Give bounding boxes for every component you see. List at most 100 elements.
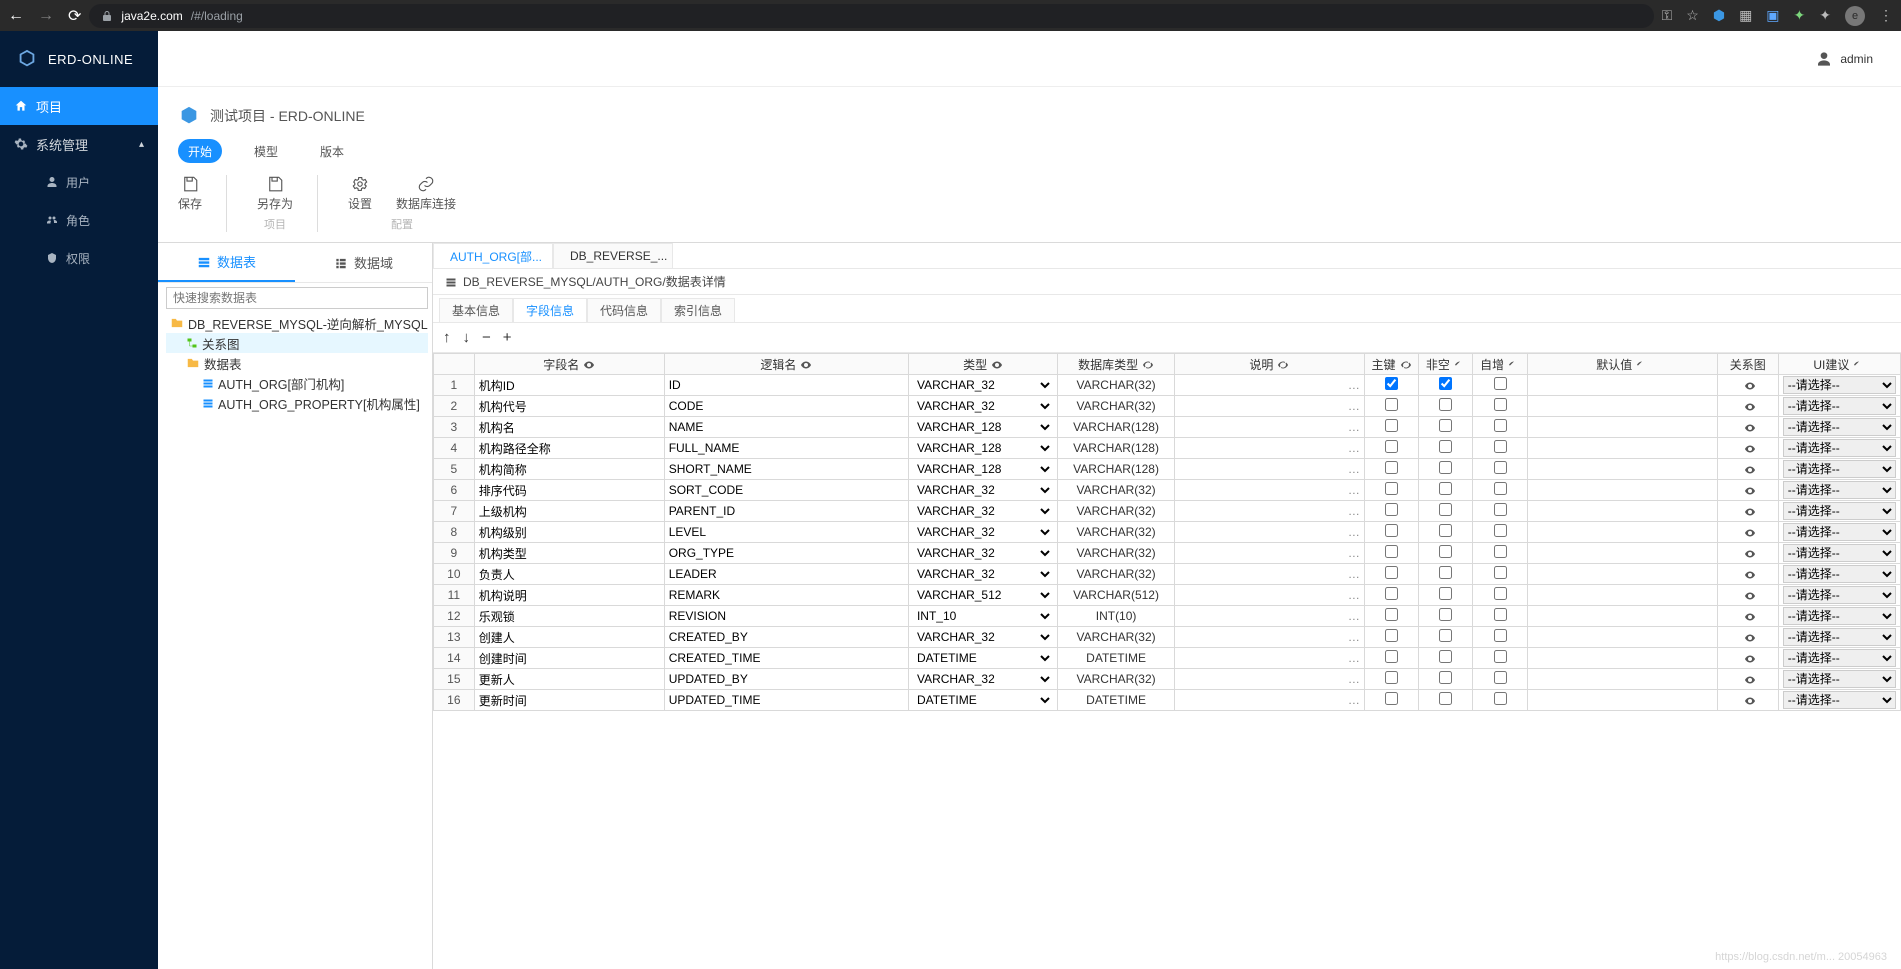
app-logo[interactable]: ERD-ONLINE (0, 31, 158, 87)
more-button[interactable]: … (1348, 462, 1360, 476)
more-button[interactable]: … (1348, 420, 1360, 434)
logic-name-cell[interactable] (664, 501, 908, 522)
rel-cell[interactable] (1717, 585, 1778, 606)
desc-cell[interactable]: … (1174, 669, 1364, 690)
sidebar-item-perms[interactable]: 权限 (32, 239, 158, 277)
desc-cell[interactable]: … (1174, 627, 1364, 648)
ui-cell[interactable]: --请选择-- (1778, 375, 1900, 396)
autoinc-checkbox[interactable] (1494, 566, 1507, 579)
desc-cell[interactable]: … (1174, 648, 1364, 669)
notnull-checkbox[interactable] (1439, 566, 1452, 579)
type-select[interactable]: VARCHAR_32 (913, 522, 1053, 542)
pk-checkbox[interactable] (1385, 692, 1398, 705)
notnull-checkbox[interactable] (1439, 419, 1452, 432)
type-cell[interactable]: VARCHAR_32 (908, 480, 1057, 501)
desc-cell[interactable]: … (1174, 459, 1364, 480)
ui-select[interactable]: --请选择-- (1783, 523, 1896, 541)
logic-name-cell[interactable] (664, 396, 908, 417)
eye-icon[interactable] (1744, 506, 1756, 518)
pk-checkbox[interactable] (1385, 440, 1398, 453)
pk-checkbox[interactable] (1385, 503, 1398, 516)
type-select[interactable]: VARCHAR_32 (913, 396, 1053, 416)
notnull-checkbox[interactable] (1439, 503, 1452, 516)
ui-cell[interactable]: --请选择-- (1778, 522, 1900, 543)
eye-icon[interactable] (583, 359, 595, 371)
ui-select[interactable]: --请选择-- (1783, 439, 1896, 457)
field-name-cell[interactable] (474, 648, 664, 669)
logic-name-cell[interactable] (664, 438, 908, 459)
ui-cell[interactable]: --请选择-- (1778, 438, 1900, 459)
ui-cell[interactable]: --请选择-- (1778, 648, 1900, 669)
type-cell[interactable]: VARCHAR_512 (908, 585, 1057, 606)
tree-node-root[interactable]: DB_REVERSE_MYSQL-逆向解析_MYSQL (166, 313, 428, 333)
default-cell[interactable] (1527, 396, 1717, 417)
desc-cell[interactable]: … (1174, 480, 1364, 501)
ui-cell[interactable]: --请选择-- (1778, 543, 1900, 564)
tree-tab-tables[interactable]: 数据表 (158, 243, 295, 282)
menu-icon[interactable]: ⋮ (1879, 7, 1893, 24)
rel-cell[interactable] (1717, 627, 1778, 648)
type-select[interactable]: VARCHAR_128 (913, 417, 1053, 437)
rel-cell[interactable] (1717, 417, 1778, 438)
eye-off-icon[interactable] (1400, 359, 1412, 371)
desc-cell[interactable]: … (1174, 606, 1364, 627)
more-button[interactable]: … (1348, 693, 1360, 707)
eye-off-icon[interactable] (1277, 359, 1289, 371)
desc-cell[interactable]: … (1174, 417, 1364, 438)
more-button[interactable]: … (1348, 399, 1360, 413)
tab-model[interactable]: 模型 (244, 139, 288, 163)
ui-select[interactable]: --请选择-- (1783, 565, 1896, 583)
eye-off-icon[interactable] (1142, 359, 1154, 371)
ui-select[interactable]: --请选择-- (1783, 670, 1896, 688)
desc-cell[interactable]: … (1174, 396, 1364, 417)
field-name-cell[interactable] (474, 396, 664, 417)
type-cell[interactable]: VARCHAR_32 (908, 669, 1057, 690)
ext-icon-4[interactable]: ✦ (1794, 7, 1806, 24)
logic-name-cell[interactable] (664, 669, 908, 690)
rel-cell[interactable] (1717, 501, 1778, 522)
eye-icon[interactable] (800, 359, 812, 371)
save-button[interactable]: 保存 (178, 175, 202, 212)
field-name-cell[interactable] (474, 522, 664, 543)
type-cell[interactable]: VARCHAR_128 (908, 459, 1057, 480)
eye-icon[interactable] (1744, 590, 1756, 602)
notnull-checkbox[interactable] (1439, 524, 1452, 537)
back-button[interactable]: ← (8, 7, 24, 25)
ext-icon-2[interactable]: ▦ (1739, 7, 1752, 24)
type-cell[interactable]: VARCHAR_32 (908, 627, 1057, 648)
type-select[interactable]: DATETIME (913, 690, 1053, 710)
eye-icon[interactable] (1744, 422, 1756, 434)
autoinc-checkbox[interactable] (1494, 608, 1507, 621)
ui-cell[interactable]: --请选择-- (1778, 501, 1900, 522)
forward-button[interactable]: → (38, 7, 54, 25)
type-cell[interactable]: VARCHAR_32 (908, 564, 1057, 585)
desc-cell[interactable]: … (1174, 375, 1364, 396)
rel-cell[interactable] (1717, 375, 1778, 396)
default-cell[interactable] (1527, 459, 1717, 480)
default-cell[interactable] (1527, 585, 1717, 606)
logic-name-cell[interactable] (664, 417, 908, 438)
eye-icon[interactable] (1744, 464, 1756, 476)
more-button[interactable]: … (1348, 651, 1360, 665)
ui-select[interactable]: --请选择-- (1783, 502, 1896, 520)
more-button[interactable]: … (1348, 588, 1360, 602)
rel-cell[interactable] (1717, 564, 1778, 585)
subtab-index[interactable]: 索引信息 (661, 298, 735, 322)
ui-cell[interactable]: --请选择-- (1778, 606, 1900, 627)
eye-icon[interactable] (1744, 653, 1756, 665)
sidebar-item-sysadmin[interactable]: 系统管理 ▴ (0, 125, 158, 163)
ui-cell[interactable]: --请选择-- (1778, 627, 1900, 648)
notnull-checkbox[interactable] (1439, 398, 1452, 411)
autoinc-checkbox[interactable] (1494, 419, 1507, 432)
field-name-cell[interactable] (474, 501, 664, 522)
ui-select[interactable]: --请选择-- (1783, 397, 1896, 415)
default-cell[interactable] (1527, 438, 1717, 459)
rel-cell[interactable] (1717, 459, 1778, 480)
logic-name-cell[interactable] (664, 522, 908, 543)
more-button[interactable]: … (1348, 378, 1360, 392)
field-name-cell[interactable] (474, 375, 664, 396)
sidebar-item-users[interactable]: 用户 (32, 163, 158, 201)
rel-cell[interactable] (1717, 543, 1778, 564)
tree-search-input[interactable] (166, 287, 428, 309)
eye-icon[interactable] (1744, 485, 1756, 497)
